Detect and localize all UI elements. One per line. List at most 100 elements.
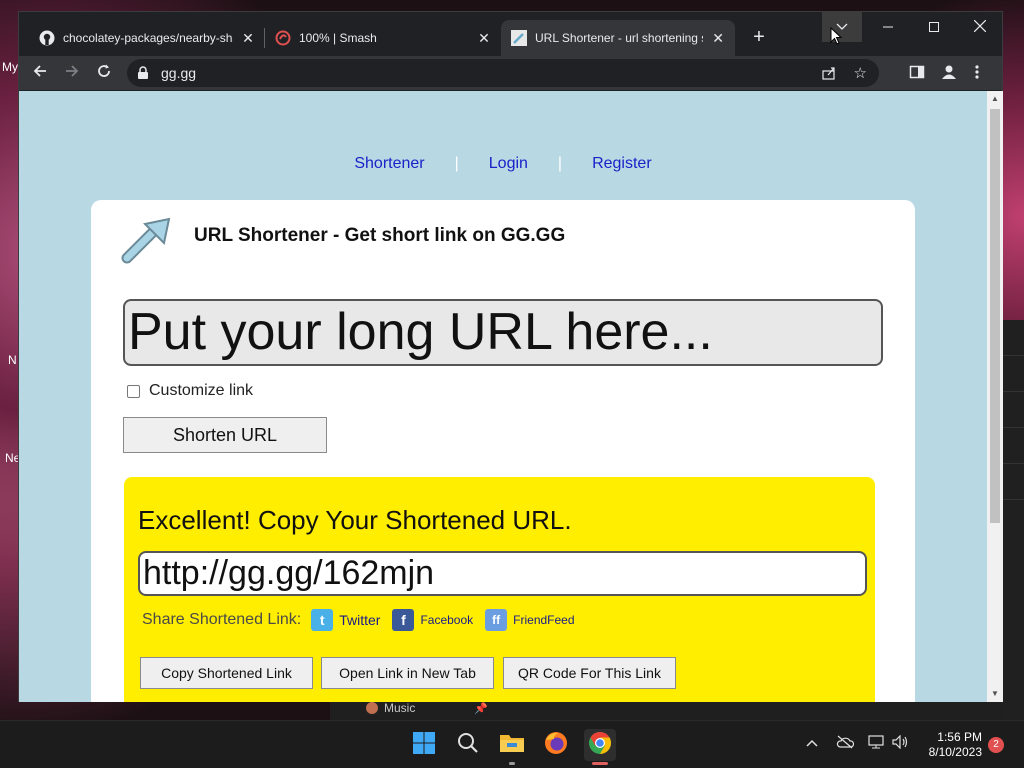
shorten-url-button[interactable]: Shorten URL: [123, 417, 327, 453]
more-vert-icon: [975, 65, 979, 84]
side-panel-icon: [909, 65, 925, 84]
result-panel: Excellent! Copy Your Shortened URL. http…: [124, 477, 875, 702]
tab-smash[interactable]: 100% | Smash ✕: [265, 20, 501, 56]
smash-icon: [275, 30, 291, 46]
share-friendfeed-label: FriendFeed: [513, 613, 575, 627]
menu-button[interactable]: [975, 64, 979, 85]
music-item[interactable]: Music: [366, 701, 415, 715]
friendfeed-icon: ff: [485, 609, 508, 631]
short-url-field[interactable]: http://gg.gg/162mjn: [138, 551, 867, 596]
tab-title: URL Shortener - url shortening s: [535, 31, 704, 45]
scroll-down-arrow-icon[interactable]: ▼: [990, 689, 1000, 699]
running-indicator: [509, 762, 515, 765]
side-panel-button[interactable]: [909, 64, 925, 85]
taskbar: 1:56 PM 8/10/2023 2: [0, 720, 1024, 768]
chrome-icon: [588, 731, 612, 760]
customize-link-option[interactable]: Customize link: [127, 382, 253, 400]
onedrive-cloud-icon[interactable]: [836, 735, 855, 752]
maximize-button[interactable]: [911, 12, 957, 42]
share-friendfeed-link[interactable]: ff FriendFeed: [485, 609, 575, 631]
pin-icon[interactable]: 📌: [474, 702, 488, 715]
tab-title: chocolatey-packages/nearby-sha: [63, 31, 233, 45]
reload-button[interactable]: [92, 61, 116, 85]
browser-window: chocolatey-packages/nearby-sha ✕ 100% | …: [18, 11, 1003, 702]
forward-button[interactable]: [60, 61, 84, 85]
facebook-icon: f: [392, 609, 415, 631]
address-bar[interactable]: gg.gg ☆: [127, 59, 879, 87]
nav-register-link[interactable]: Register: [562, 155, 682, 173]
desktop-icon-label[interactable]: N: [8, 353, 17, 367]
notification-badge[interactable]: 2: [988, 737, 1004, 753]
profile-button[interactable]: [941, 64, 957, 85]
maximize-icon: [929, 19, 939, 35]
close-tab-icon[interactable]: ✕: [711, 30, 725, 47]
share-twitter-link[interactable]: t Twitter: [311, 609, 380, 631]
bookmark-star-icon[interactable]: ☆: [854, 64, 867, 82]
profile-icon: [941, 65, 957, 84]
share-facebook-link[interactable]: f Facebook: [392, 609, 473, 631]
mouse-cursor-icon: [830, 26, 843, 50]
scroll-up-arrow-icon[interactable]: ▲: [990, 94, 1000, 104]
page-title: URL Shortener - Get short link on GG.GG: [194, 225, 566, 246]
running-indicator: [592, 762, 608, 765]
volume-icon[interactable]: [892, 734, 910, 752]
share-icon[interactable]: [821, 65, 837, 86]
minimize-button[interactable]: [865, 12, 911, 42]
music-icon: [366, 702, 378, 714]
open-link-new-tab-button[interactable]: Open Link in New Tab: [321, 657, 494, 689]
url-shortener-favicon: [511, 30, 527, 46]
close-tab-icon[interactable]: ✕: [241, 30, 255, 47]
copy-shortened-link-button[interactable]: Copy Shortened Link: [140, 657, 313, 689]
nav-shortener-link[interactable]: Shortener: [324, 155, 454, 173]
tab-github[interactable]: chocolatey-packages/nearby-sha ✕: [29, 20, 265, 56]
qr-code-button[interactable]: QR Code For This Link: [503, 657, 676, 689]
system-clock[interactable]: 1:56 PM 8/10/2023: [918, 730, 982, 760]
back-arrow-icon: [32, 63, 48, 84]
tab-search-button[interactable]: [822, 12, 862, 42]
share-row: Share Shortened Link: t Twitter f Facebo…: [142, 609, 587, 631]
chrome-button[interactable]: [584, 729, 616, 765]
search-icon: [457, 732, 479, 759]
file-explorer-button[interactable]: [496, 729, 528, 765]
background-window: Music 📌: [330, 700, 1003, 720]
network-icon[interactable]: [868, 735, 886, 752]
main-card: URL Shortener - Get short link on GG.GG …: [91, 200, 915, 702]
search-button[interactable]: [452, 729, 484, 761]
desktop-icon-label[interactable]: My: [2, 60, 18, 74]
long-url-input[interactable]: Put your long URL here...: [123, 299, 883, 366]
page-scrollbar[interactable]: ▲ ▼: [987, 91, 1003, 702]
firefox-icon: [544, 731, 568, 760]
show-hidden-icons-chevron-up-icon[interactable]: [806, 735, 818, 751]
tab-strip: chocolatey-packages/nearby-sha ✕ 100% | …: [19, 12, 1002, 56]
forward-arrow-icon: [64, 63, 80, 84]
customize-link-checkbox[interactable]: [127, 384, 140, 398]
reload-icon: [96, 63, 112, 84]
background-window-edge: [1003, 320, 1024, 720]
start-button[interactable]: [408, 729, 440, 761]
scrollbar-thumb[interactable]: [990, 109, 1000, 523]
browser-toolbar: gg.gg ☆: [19, 56, 1002, 90]
clock-date: 8/10/2023: [928, 745, 982, 759]
folder-icon: [499, 732, 525, 759]
address-bar-url: gg.gg: [161, 65, 197, 81]
lock-icon[interactable]: [137, 66, 149, 85]
minimize-icon: [883, 19, 893, 35]
share-facebook-label: Facebook: [420, 613, 474, 627]
customize-link-label: Customize link: [149, 382, 254, 399]
close-tab-icon[interactable]: ✕: [477, 30, 491, 47]
close-window-button[interactable]: [957, 12, 1003, 42]
music-label: Music: [384, 701, 416, 715]
new-tab-button[interactable]: +: [747, 26, 771, 49]
twitter-icon: t: [311, 609, 334, 631]
nav-login-link[interactable]: Login: [459, 155, 558, 173]
tab-url-shortener[interactable]: URL Shortener - url shortening s ✕: [501, 20, 735, 56]
page-viewport: Shortener | Login | Register URL Shorten…: [19, 91, 987, 702]
clock-time: 1:56 PM: [937, 730, 982, 744]
close-icon: [973, 19, 987, 35]
firefox-button[interactable]: [540, 729, 572, 761]
share-twitter-label: Twitter: [339, 612, 381, 628]
back-button[interactable]: [28, 61, 52, 85]
share-label: Share Shortened Link:: [142, 611, 302, 628]
result-heading: Excellent! Copy Your Shortened URL.: [138, 505, 572, 535]
windows-start-icon: [412, 731, 436, 760]
